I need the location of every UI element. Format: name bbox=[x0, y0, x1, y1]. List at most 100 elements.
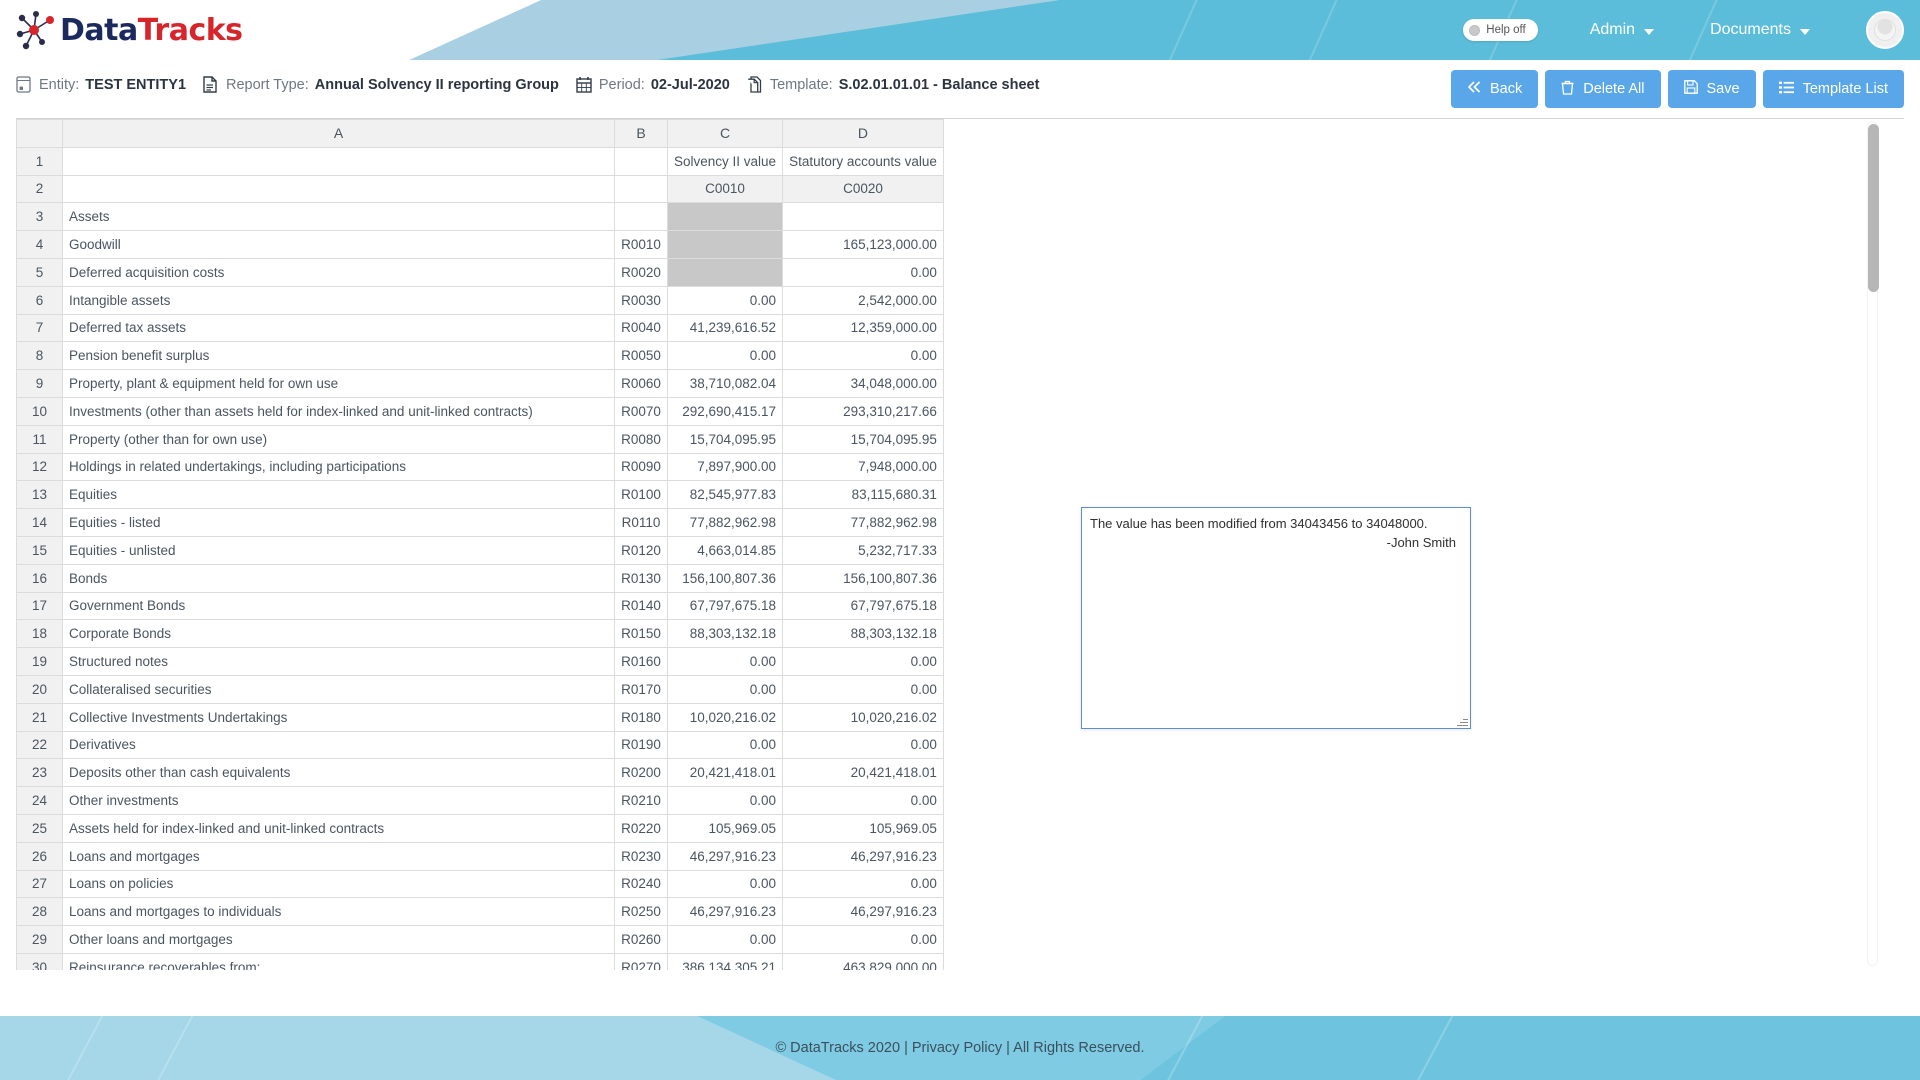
cell-d25[interactable]: 105,969.05 bbox=[782, 813, 944, 843]
vertical-scrollbar-thumb[interactable] bbox=[1868, 124, 1879, 292]
cell-c2[interactable]: C0010 bbox=[666, 174, 784, 204]
cell-a5[interactable]: Deferred acquisition costs bbox=[62, 257, 615, 287]
cell-d16[interactable]: 156,100,807.36 bbox=[782, 563, 944, 593]
cell-c6[interactable]: 0.00 bbox=[666, 285, 784, 315]
cell-a15[interactable]: Equities - unlisted bbox=[62, 535, 615, 565]
cell-a14[interactable]: Equities - listed bbox=[62, 508, 615, 537]
cell-b6[interactable]: R0030 bbox=[614, 285, 668, 315]
cell-b7[interactable]: R0040 bbox=[614, 313, 668, 343]
row-header-22[interactable]: 22 bbox=[16, 730, 63, 760]
cell-a30[interactable]: Reinsurance recoverables from: bbox=[62, 952, 615, 970]
cell-b29[interactable]: R0260 bbox=[614, 925, 668, 954]
cell-c13[interactable]: 82,545,977.83 bbox=[666, 480, 784, 510]
cell-d22[interactable]: 0.00 bbox=[782, 730, 944, 760]
cell-d20[interactable]: 0.00 bbox=[782, 674, 944, 704]
cell-b3[interactable] bbox=[614, 202, 668, 232]
cell-d21[interactable]: 10,020,216.02 bbox=[782, 702, 944, 732]
row-header-28[interactable]: 28 bbox=[16, 897, 63, 927]
cell-a26[interactable]: Loans and mortgages bbox=[62, 841, 615, 871]
cell-c15[interactable]: 4,663,014.85 bbox=[666, 535, 784, 565]
cell-c27[interactable]: 0.00 bbox=[666, 869, 784, 899]
cell-d29[interactable]: 0.00 bbox=[782, 925, 944, 954]
cell-a19[interactable]: Structured notes bbox=[62, 647, 615, 676]
template-list-button[interactable]: Template List bbox=[1762, 70, 1904, 108]
cell-a1[interactable] bbox=[62, 146, 615, 176]
cell-b16[interactable]: R0130 bbox=[614, 563, 668, 593]
cell-d30[interactable]: 463,829,000.00 bbox=[782, 952, 944, 970]
row-header-30[interactable]: 30 bbox=[16, 952, 63, 970]
row-header-2[interactable]: 2 bbox=[16, 174, 63, 204]
cell-b5[interactable]: R0020 bbox=[614, 257, 668, 287]
cell-d7[interactable]: 12,359,000.00 bbox=[782, 313, 944, 343]
cell-a12[interactable]: Holdings in related undertakings, includ… bbox=[62, 452, 615, 482]
row-header-7[interactable]: 7 bbox=[16, 313, 63, 343]
cell-c17[interactable]: 67,797,675.18 bbox=[666, 591, 784, 621]
cell-a20[interactable]: Collateralised securities bbox=[62, 674, 615, 704]
cell-d13[interactable]: 83,115,680.31 bbox=[782, 480, 944, 510]
cell-b17[interactable]: R0140 bbox=[614, 591, 668, 621]
row-header-1[interactable]: 1 bbox=[16, 146, 63, 176]
cell-b30[interactable]: R0270 bbox=[614, 952, 668, 970]
cell-c26[interactable]: 46,297,916.23 bbox=[666, 841, 784, 871]
back-button[interactable]: Back bbox=[1450, 70, 1539, 108]
cell-b23[interactable]: R0200 bbox=[614, 758, 668, 788]
cell-d11[interactable]: 15,704,095.95 bbox=[782, 424, 944, 454]
cell-a23[interactable]: Deposits other than cash equivalents bbox=[62, 758, 615, 788]
cell-c14[interactable]: 77,882,962.98 bbox=[666, 508, 784, 537]
cell-c10[interactable]: 292,690,415.17 bbox=[666, 396, 784, 426]
cell-d14[interactable]: 77,882,962.98 bbox=[782, 508, 944, 537]
row-header-27[interactable]: 27 bbox=[16, 869, 63, 899]
cell-b12[interactable]: R0090 bbox=[614, 452, 668, 482]
row-header-8[interactable]: 8 bbox=[16, 341, 63, 371]
cell-b10[interactable]: R0070 bbox=[614, 396, 668, 426]
cell-c21[interactable]: 10,020,216.02 bbox=[666, 702, 784, 732]
cell-c19[interactable]: 0.00 bbox=[666, 647, 784, 676]
delete-all-button[interactable]: Delete All bbox=[1545, 70, 1661, 108]
cell-c9[interactable]: 38,710,082.04 bbox=[666, 369, 784, 398]
cell-a10[interactable]: Investments (other than assets held for … bbox=[62, 396, 615, 426]
row-header-12[interactable]: 12 bbox=[16, 452, 63, 482]
row-header-5[interactable]: 5 bbox=[16, 257, 63, 287]
row-header-18[interactable]: 18 bbox=[16, 619, 63, 649]
cell-c18[interactable]: 88,303,132.18 bbox=[666, 619, 784, 649]
datatracks-logo[interactable]: DataTracks bbox=[12, 6, 243, 54]
row-header-11[interactable]: 11 bbox=[16, 424, 63, 454]
cell-d8[interactable]: 0.00 bbox=[782, 341, 944, 371]
row-header-19[interactable]: 19 bbox=[16, 647, 63, 676]
cell-b27[interactable]: R0240 bbox=[614, 869, 668, 899]
cell-b28[interactable]: R0250 bbox=[614, 897, 668, 927]
cell-c11[interactable]: 15,704,095.95 bbox=[666, 424, 784, 454]
column-header-a[interactable]: A bbox=[62, 119, 615, 148]
cell-d6[interactable]: 2,542,000.00 bbox=[782, 285, 944, 315]
cell-b9[interactable]: R0060 bbox=[614, 369, 668, 398]
cell-a29[interactable]: Other loans and mortgages bbox=[62, 925, 615, 954]
cell-a9[interactable]: Property, plant & equipment held for own… bbox=[62, 369, 615, 398]
cell-a16[interactable]: Bonds bbox=[62, 563, 615, 593]
cell-d18[interactable]: 88,303,132.18 bbox=[782, 619, 944, 649]
cell-b14[interactable]: R0110 bbox=[614, 508, 668, 537]
cell-b13[interactable]: R0100 bbox=[614, 480, 668, 510]
cell-comment-popup[interactable]: The value has been modified from 3404345… bbox=[1081, 507, 1471, 729]
cell-d10[interactable]: 293,310,217.66 bbox=[782, 396, 944, 426]
cell-c29[interactable]: 0.00 bbox=[666, 925, 784, 954]
row-header-23[interactable]: 23 bbox=[16, 758, 63, 788]
row-header-13[interactable]: 13 bbox=[16, 480, 63, 510]
cell-d15[interactable]: 5,232,717.33 bbox=[782, 535, 944, 565]
cell-d27[interactable]: 0.00 bbox=[782, 869, 944, 899]
column-header-c[interactable]: C bbox=[666, 119, 784, 148]
cell-c23[interactable]: 20,421,418.01 bbox=[666, 758, 784, 788]
save-button[interactable]: Save bbox=[1667, 70, 1756, 108]
cell-a22[interactable]: Derivatives bbox=[62, 730, 615, 760]
cell-d19[interactable]: 0.00 bbox=[782, 647, 944, 676]
row-header-16[interactable]: 16 bbox=[16, 563, 63, 593]
cell-c16[interactable]: 156,100,807.36 bbox=[666, 563, 784, 593]
column-header-b[interactable]: B bbox=[614, 119, 668, 148]
cell-d17[interactable]: 67,797,675.18 bbox=[782, 591, 944, 621]
cell-a4[interactable]: Goodwill bbox=[62, 230, 615, 259]
row-header-20[interactable]: 20 bbox=[16, 674, 63, 704]
cell-b1[interactable] bbox=[614, 146, 668, 176]
cell-a3[interactable]: Assets bbox=[62, 202, 615, 232]
cell-a25[interactable]: Assets held for index-linked and unit-li… bbox=[62, 813, 615, 843]
cell-b24[interactable]: R0210 bbox=[614, 786, 668, 815]
cell-a18[interactable]: Corporate Bonds bbox=[62, 619, 615, 649]
